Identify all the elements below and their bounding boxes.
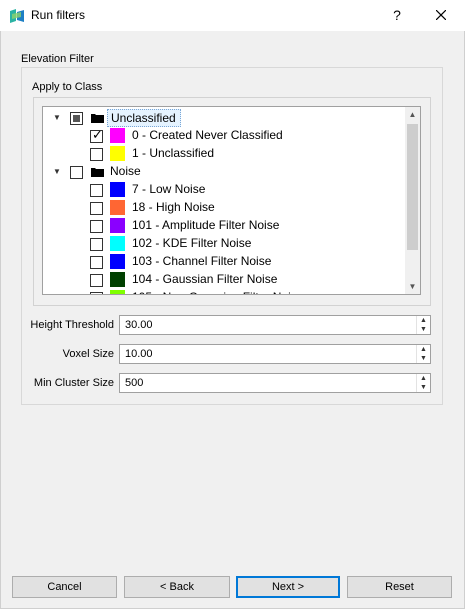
height-threshold-value[interactable]: 30.00 [125,319,153,331]
class-checkbox[interactable] [90,202,103,215]
tree-item-row[interactable]: 104 - Gaussian Filter Noise [43,271,405,289]
height-threshold-stepper[interactable]: ▲ ▼ [416,316,430,334]
class-color-swatch [110,200,125,215]
expand-arrow-icon[interactable]: ▼ [52,113,62,123]
tree-scrollbar[interactable]: ▲ ▼ [405,107,420,294]
scroll-thumb[interactable] [407,124,418,250]
class-label: 105 - Non-Gaussian Filter Noise [129,289,307,294]
spin-up-icon[interactable]: ▲ [417,345,430,354]
class-label: 102 - KDE Filter Noise [132,236,252,250]
class-color-swatch [110,236,125,251]
class-label: 18 - High Noise [132,200,215,214]
class-checkbox[interactable] [90,274,103,287]
class-label: 101 - Amplitude Filter Noise [132,218,280,232]
class-label: 0 - Created Never Classified [132,128,283,142]
reset-button[interactable]: Reset [347,576,452,598]
tree-group-row[interactable]: ▼ Noise [43,163,405,181]
title-bar: Run filters ? [0,0,465,31]
tree-item-row[interactable]: 103 - Channel Filter Noise [43,253,405,271]
scroll-down-arrow-icon[interactable]: ▼ [405,279,420,294]
class-color-swatch [110,146,125,161]
cancel-button[interactable]: Cancel [12,576,117,598]
close-button[interactable] [428,4,454,26]
tree-item-row[interactable]: 105 - Non-Gaussian Filter Noise [43,289,405,294]
voxel-size-label: Voxel Size [62,348,114,360]
group-checkbox[interactable] [70,166,83,179]
class-checkbox[interactable] [90,238,103,251]
tree-item-row[interactable]: 7 - Low Noise [43,181,405,199]
spin-down-icon[interactable]: ▼ [417,383,430,392]
class-label: 1 - Unclassified [132,146,215,160]
folder-icon [91,168,104,177]
height-threshold-label: Height Threshold [30,319,114,331]
class-tree[interactable]: ▼ Unclassified0 - Created Never Classifie… [42,106,421,295]
elevation-filter-heading: Elevation Filter [21,53,94,65]
back-button[interactable]: < Back [124,576,230,598]
class-color-swatch [110,128,125,143]
spin-up-icon[interactable]: ▲ [417,374,430,383]
class-checkbox[interactable] [90,148,103,161]
class-color-swatch [110,254,125,269]
voxel-size-value[interactable]: 10.00 [125,348,153,360]
tree-item-row[interactable]: 102 - KDE Filter Noise [43,235,405,253]
spin-down-icon[interactable]: ▼ [417,354,430,363]
min-cluster-size-label: Min Cluster Size [33,377,114,389]
voxel-size-spinbox[interactable]: 10.00 ▲ ▼ [119,344,431,364]
window-title: Run filters [31,8,86,22]
help-button[interactable]: ? [384,4,410,26]
class-tree-rows: ▼ Unclassified0 - Created Never Classifie… [43,109,405,294]
tree-group-row[interactable]: ▼ Unclassified [43,109,405,127]
class-checkbox[interactable] [90,292,103,294]
class-color-swatch [110,272,125,287]
scroll-up-arrow-icon[interactable]: ▲ [405,107,420,122]
close-icon [435,9,447,21]
class-color-swatch [110,218,125,233]
spin-up-icon[interactable]: ▲ [417,316,430,325]
class-label: 104 - Gaussian Filter Noise [132,272,278,286]
class-checkbox[interactable] [90,184,103,197]
class-color-swatch [110,290,125,294]
tree-item-row[interactable]: 101 - Amplitude Filter Noise [43,217,405,235]
expand-arrow-icon[interactable]: ▼ [52,167,62,177]
tree-group-label: Unclassified [107,109,181,127]
spin-down-icon[interactable]: ▼ [417,325,430,334]
tree-item-row[interactable]: 18 - High Noise [43,199,405,217]
class-label: 7 - Low Noise [132,182,206,196]
group-checkbox[interactable] [70,112,83,125]
apply-to-class-label: Apply to Class [32,81,103,93]
min-cluster-size-stepper[interactable]: ▲ ▼ [416,374,430,392]
class-color-swatch [110,182,125,197]
tree-item-row[interactable]: 0 - Created Never Classified [43,127,405,145]
tree-item-row[interactable]: 1 - Unclassified [43,145,405,163]
folder-icon [91,114,104,123]
tree-group-label: Noise [110,164,141,178]
voxel-size-stepper[interactable]: ▲ ▼ [416,345,430,363]
class-checkbox[interactable] [90,220,103,233]
min-cluster-size-spinbox[interactable]: 500 ▲ ▼ [119,373,431,393]
height-threshold-spinbox[interactable]: 30.00 ▲ ▼ [119,315,431,335]
next-button[interactable]: Next > [236,576,340,598]
class-label: 103 - Channel Filter Noise [132,254,272,268]
min-cluster-size-value[interactable]: 500 [125,377,143,389]
app-icon [10,9,24,23]
class-checkbox[interactable] [90,256,103,269]
class-checkbox[interactable] [90,128,103,143]
